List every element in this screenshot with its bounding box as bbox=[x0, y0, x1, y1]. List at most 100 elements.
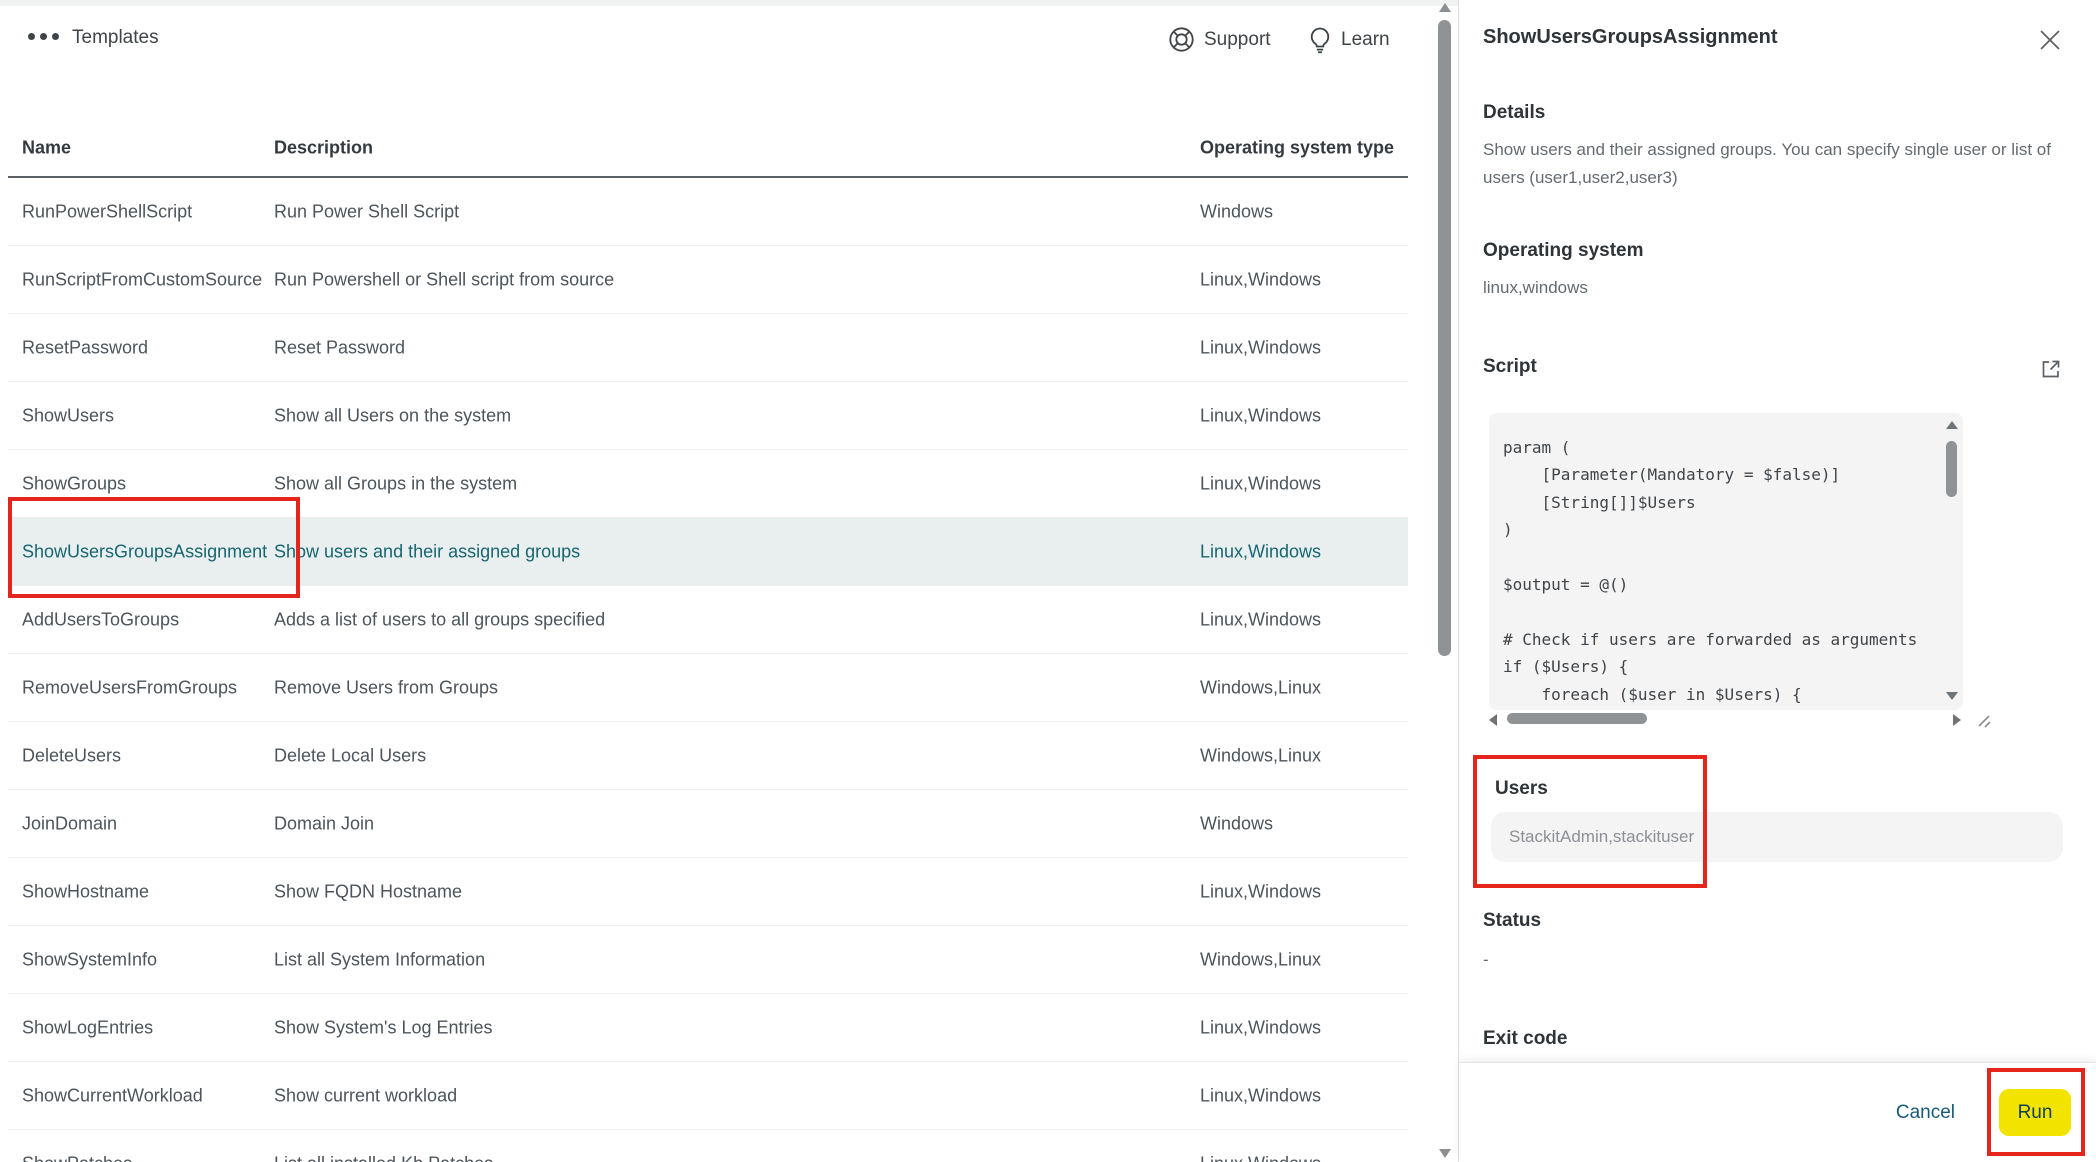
template-name-cell: ShowPatches bbox=[22, 1153, 132, 1162]
templates-page: Templates Support bbox=[0, 0, 2096, 1162]
template-name-cell: ShowLogEntries bbox=[22, 1017, 153, 1038]
template-os-cell: Linux,Windows bbox=[1200, 1153, 1321, 1162]
template-description-cell: Adds a list of users to all groups speci… bbox=[274, 609, 605, 630]
template-os-cell: Linux,Windows bbox=[1200, 405, 1321, 426]
table-row[interactable]: JoinDomain Domain Join Windows bbox=[8, 790, 1408, 858]
resize-handle-icon[interactable] bbox=[1973, 710, 1993, 730]
template-description-cell: Show all Groups in the system bbox=[274, 473, 517, 494]
template-description-cell: Show FQDN Hostname bbox=[274, 881, 462, 902]
template-description-cell: Show System's Log Entries bbox=[274, 1017, 493, 1038]
script-vscroll-thumb[interactable] bbox=[1946, 441, 1957, 497]
users-label: Users bbox=[1495, 778, 1548, 800]
template-name-cell: DeleteUsers bbox=[22, 745, 121, 766]
script-code-line: [String[]]$Users bbox=[1503, 489, 1933, 516]
scroll-down-arrow-icon[interactable] bbox=[1439, 1149, 1451, 1158]
exit-code-label: Exit code bbox=[1483, 1028, 1567, 1050]
operating-system-label: Operating system bbox=[1483, 240, 1644, 262]
learn-label: Learn bbox=[1341, 29, 1390, 51]
scroll-up-arrow-icon[interactable] bbox=[1439, 3, 1451, 12]
template-os-cell: Windows,Linux bbox=[1200, 949, 1321, 970]
table-row[interactable]: ResetPassword Reset Password Linux,Windo… bbox=[8, 314, 1408, 382]
script-code-line: if ($Users) { bbox=[1503, 653, 1933, 680]
script-hscroll-thumb[interactable] bbox=[1507, 713, 1647, 724]
support-label: Support bbox=[1204, 29, 1271, 51]
table-row[interactable]: RemoveUsersFromGroups Remove Users from … bbox=[8, 654, 1408, 722]
script-horizontal-scrollbar[interactable] bbox=[1489, 712, 1963, 728]
template-description-cell: List all System Information bbox=[274, 949, 485, 970]
script-label: Script bbox=[1483, 356, 1537, 378]
operating-system-value: linux,windows bbox=[1483, 278, 1588, 298]
topbar: Templates Support bbox=[0, 0, 1435, 80]
templates-table: Name Description Operating system type R… bbox=[8, 120, 1408, 1162]
run-button[interactable]: Run bbox=[1999, 1089, 2071, 1136]
template-os-cell: Linux,Windows bbox=[1200, 473, 1321, 494]
template-description-cell: Remove Users from Groups bbox=[274, 677, 498, 698]
table-row[interactable]: ShowPatches List all installed Kb Patche… bbox=[8, 1130, 1408, 1162]
table-row[interactable]: ShowUsersGroupsAssignment Show users and… bbox=[8, 518, 1408, 586]
script-scroll-left-icon[interactable] bbox=[1489, 714, 1497, 726]
table-row[interactable]: ShowGroups Show all Groups in the system… bbox=[8, 450, 1408, 518]
users-input[interactable] bbox=[1491, 812, 2063, 862]
script-scroll-up-icon[interactable] bbox=[1946, 421, 1958, 429]
template-detail-panel: ShowUsersGroupsAssignment Details Show u… bbox=[1458, 0, 2096, 1162]
table-row[interactable]: RunScriptFromCustomSource Run Powershell… bbox=[8, 246, 1408, 314]
table-row[interactable]: ShowUsers Show all Users on the system L… bbox=[8, 382, 1408, 450]
overflow-menu-icon[interactable] bbox=[28, 33, 59, 40]
script-code-line: foreach ($user in $Users) { bbox=[1503, 681, 1933, 708]
template-name-cell: JoinDomain bbox=[22, 813, 117, 834]
table-row[interactable]: DeleteUsers Delete Local Users Windows,L… bbox=[8, 722, 1408, 790]
column-header-name: Name bbox=[22, 138, 71, 159]
template-os-cell: Linux,Windows bbox=[1200, 881, 1321, 902]
table-header-row: Name Description Operating system type bbox=[8, 120, 1408, 178]
script-vertical-scrollbar[interactable] bbox=[1945, 413, 1959, 710]
details-text: Show users and their assigned groups. Yo… bbox=[1483, 136, 2079, 192]
template-description-cell: Run Power Shell Script bbox=[274, 201, 459, 222]
template-os-cell: Linux,Windows bbox=[1200, 1017, 1321, 1038]
template-os-cell: Windows,Linux bbox=[1200, 745, 1321, 766]
script-code-line: param ( bbox=[1503, 434, 1933, 461]
template-name-cell: ShowHostname bbox=[22, 881, 149, 902]
lifebuoy-icon bbox=[1168, 26, 1195, 53]
template-name-cell: RunPowerShellScript bbox=[22, 201, 192, 222]
table-row[interactable]: AddUsersToGroups Adds a list of users to… bbox=[8, 586, 1408, 654]
open-external-icon[interactable] bbox=[2039, 358, 2062, 381]
table-row[interactable]: ShowHostname Show FQDN Hostname Linux,Wi… bbox=[8, 858, 1408, 926]
panel-title: ShowUsersGroupsAssignment bbox=[1483, 26, 1778, 49]
page-scrollbar-thumb[interactable] bbox=[1438, 20, 1451, 656]
template-description-cell: Show current workload bbox=[274, 1085, 457, 1106]
template-os-cell: Linux,Windows bbox=[1200, 269, 1321, 290]
lightbulb-icon bbox=[1308, 26, 1332, 54]
close-icon[interactable] bbox=[2038, 28, 2062, 52]
learn-button[interactable]: Learn bbox=[1308, 26, 1390, 54]
table-row[interactable]: ShowSystemInfo List all System Informati… bbox=[8, 926, 1408, 994]
template-name-cell: ShowCurrentWorkload bbox=[22, 1085, 203, 1106]
script-code-line: # Check if users are forwarded as argume… bbox=[1503, 626, 1933, 653]
script-scroll-down-icon[interactable] bbox=[1946, 692, 1958, 700]
template-description-cell: Show all Users on the system bbox=[274, 405, 511, 426]
template-name-cell: RemoveUsersFromGroups bbox=[22, 677, 237, 698]
table-row[interactable]: RunPowerShellScript Run Power Shell Scri… bbox=[8, 178, 1408, 246]
template-name-cell: AddUsersToGroups bbox=[22, 609, 179, 630]
template-name-cell: ResetPassword bbox=[22, 337, 148, 358]
details-label: Details bbox=[1483, 102, 1545, 124]
page-scrollbar[interactable] bbox=[1437, 0, 1453, 1162]
template-os-cell: Windows bbox=[1200, 813, 1273, 834]
template-description-cell: Reset Password bbox=[274, 337, 405, 358]
status-label: Status bbox=[1483, 910, 1541, 932]
cancel-button[interactable]: Cancel bbox=[1896, 1102, 1955, 1124]
template-description-cell: Show users and their assigned groups bbox=[274, 541, 580, 562]
script-code-line: [Parameter(Mandatory = $false)] bbox=[1503, 461, 1933, 488]
script-code-line bbox=[1503, 598, 1933, 625]
column-header-description: Description bbox=[274, 138, 373, 159]
status-value: - bbox=[1483, 950, 1489, 970]
template-name-cell: ShowSystemInfo bbox=[22, 949, 157, 970]
template-description-cell: Delete Local Users bbox=[274, 745, 426, 766]
script-code-box: param ( [Parameter(Mandatory = $false)] … bbox=[1489, 413, 1963, 710]
table-row[interactable]: ShowLogEntries Show System's Log Entries… bbox=[8, 994, 1408, 1062]
support-button[interactable]: Support bbox=[1168, 26, 1271, 53]
template-os-cell: Linux,Windows bbox=[1200, 609, 1321, 630]
table-row[interactable]: ShowCurrentWorkload Show current workloa… bbox=[8, 1062, 1408, 1130]
template-description-cell: Run Powershell or Shell script from sour… bbox=[274, 269, 614, 290]
template-os-cell: Linux,Windows bbox=[1200, 541, 1321, 562]
script-scroll-right-icon[interactable] bbox=[1953, 714, 1961, 726]
